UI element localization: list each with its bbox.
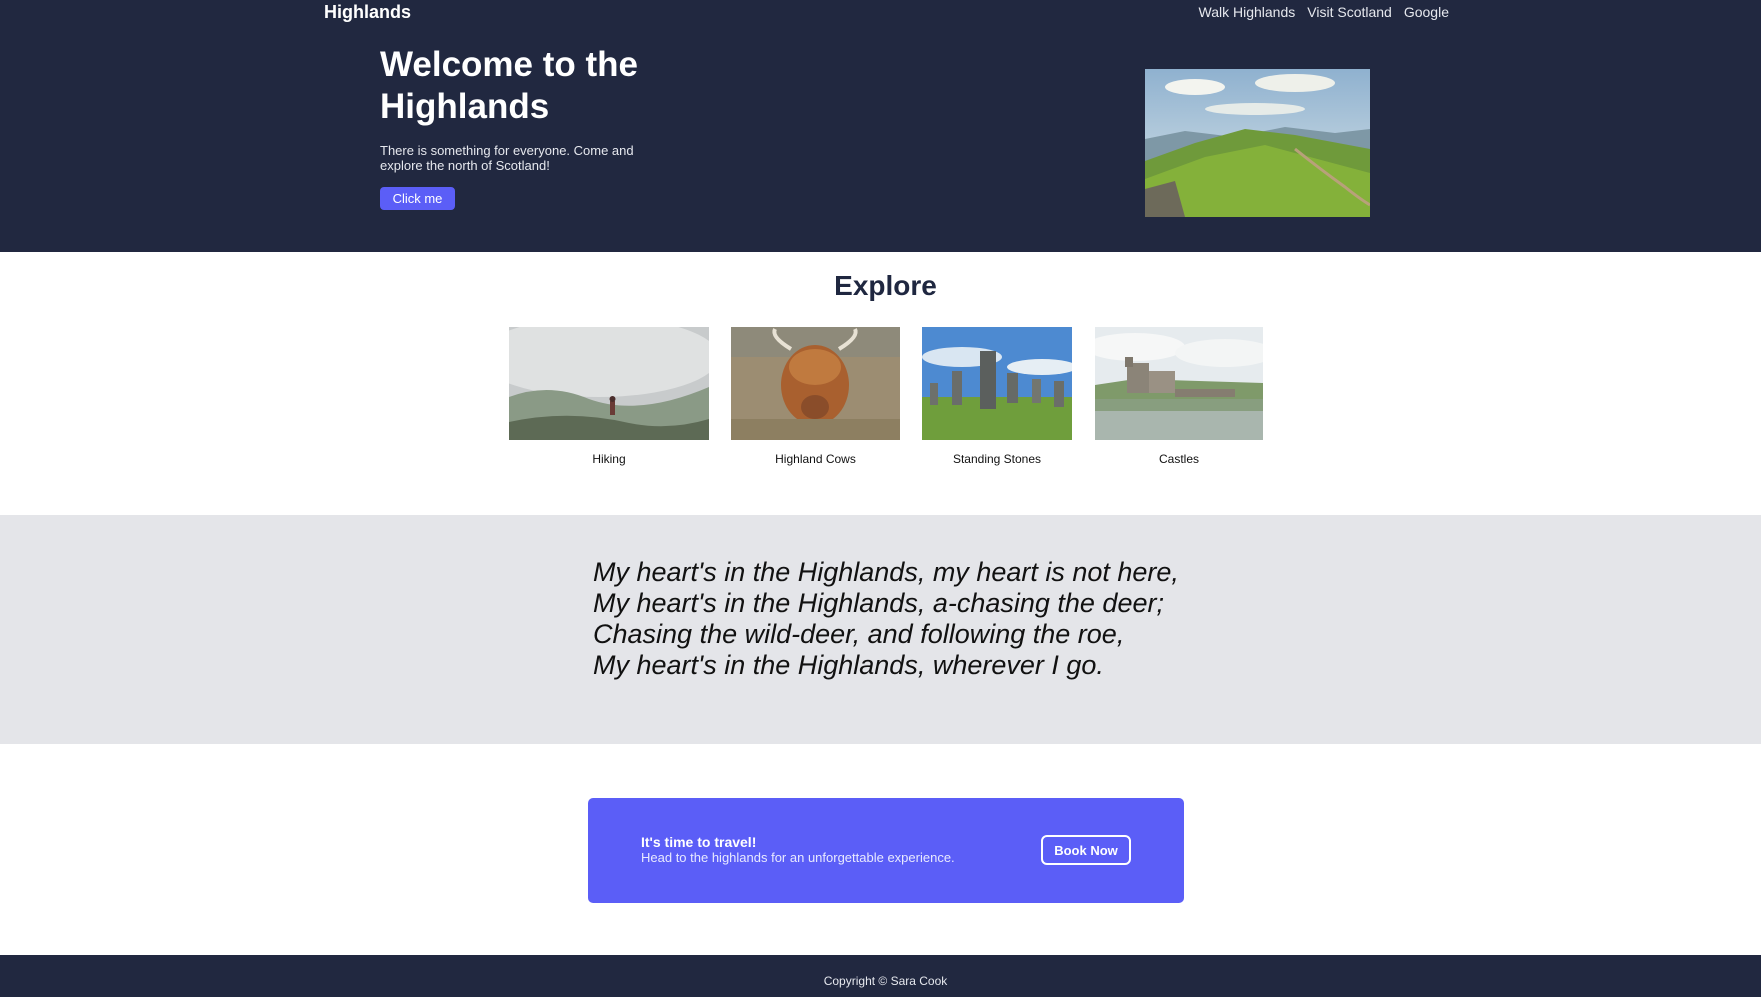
footer: Copyright © Sara Cook [0,955,1761,997]
card-label: Hiking [592,452,626,466]
castle-image [1095,327,1263,440]
poem-quote: My heart's in the Highlands, my heart is… [593,557,1179,681]
quote-line: Chasing the wild-deer, and following the… [593,619,1125,649]
explore-card-hiking[interactable]: Hiking [509,327,709,466]
site-brand[interactable]: Highlands [324,2,411,23]
hiking-image [509,327,709,440]
top-nav: Walk Highlands Visit Scotland Google [1199,4,1449,20]
cta-subtitle: Head to the highlands for an unforgettab… [641,850,955,865]
explore-card-highland-cows[interactable]: Highland Cows [731,327,900,466]
click-me-button[interactable]: Click me [380,187,455,210]
quote-line: My heart's in the Highlands, a-chasing t… [593,588,1164,618]
card-label: Highland Cows [775,452,856,466]
nav-link-google[interactable]: Google [1404,4,1449,20]
highland-cow-image [731,327,900,440]
quote-line: My heart's in the Highlands, my heart is… [593,557,1179,587]
explore-card-castles[interactable]: Castles [1095,327,1263,466]
copyright-text: Copyright © Sara Cook [823,974,948,988]
book-now-button[interactable]: Book Now [1041,835,1131,865]
travel-cta-banner: It's time to travel! Head to the highlan… [588,798,1184,903]
standing-stones-image [922,327,1072,440]
hero-title: Welcome to the Highlands [380,45,639,126]
explore-heading: Explore [834,270,937,301]
cta-title: It's time to travel! [641,834,757,850]
card-label: Standing Stones [952,452,1042,466]
card-label: Castles [1158,452,1199,466]
explore-card-standing-stones[interactable]: Standing Stones [922,327,1072,466]
hero-subtitle: There is something for everyone. Come an… [380,143,634,173]
hero-landscape-image [1145,69,1370,217]
hero-section: Highlands Walk Highlands Visit Scotland … [0,0,1761,252]
nav-link-visit-scotland[interactable]: Visit Scotland [1307,4,1392,20]
nav-link-walk-highlands[interactable]: Walk Highlands [1199,4,1296,20]
quote-line: My heart's in the Highlands, wherever I … [593,650,1104,680]
